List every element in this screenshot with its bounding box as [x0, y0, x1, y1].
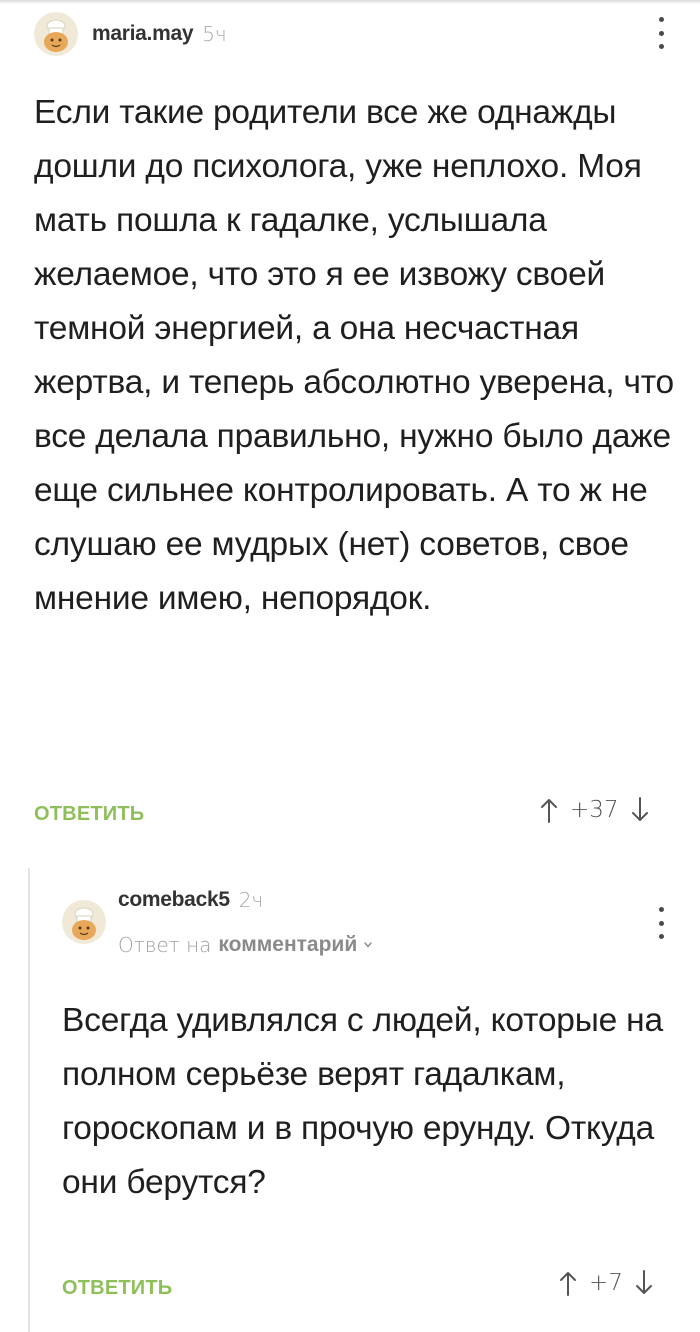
vote-controls: +7 [559, 1270, 653, 1296]
more-vertical-icon[interactable] [654, 907, 668, 939]
reply-button[interactable]: ОТВЕТИТЬ [34, 803, 144, 826]
arrow-up-icon[interactable] [559, 1270, 577, 1296]
comment-text: Если такие родители все же однажды дошли… [34, 94, 674, 617]
vote-controls: +37 [540, 797, 649, 823]
comment-header [62, 900, 106, 944]
reply-button[interactable]: ОТВЕТИТЬ [62, 1277, 172, 1300]
arrow-up-icon[interactable] [540, 797, 558, 823]
reply-target-link[interactable]: комментарий [218, 933, 357, 957]
comment-text: Всегда удивлялся с людей, которые на пол… [62, 1002, 663, 1201]
comment-header: maria.may 5ч [34, 12, 227, 56]
comment-author[interactable]: maria.may [92, 22, 194, 46]
chef-avatar-icon[interactable] [34, 12, 78, 56]
comment-author[interactable]: comeback5 [118, 888, 230, 912]
comment-rating: +37 [570, 797, 619, 823]
reply-prefix: Ответ на [118, 933, 212, 957]
comment-rating: +7 [589, 1270, 623, 1296]
reply-author-line: comeback5 2ч [118, 888, 263, 912]
comment-time: 5ч [202, 22, 227, 46]
arrow-down-icon[interactable] [635, 1270, 653, 1296]
comment-time: 2ч [238, 888, 264, 912]
chef-avatar-icon[interactable] [62, 900, 106, 944]
arrow-down-icon[interactable] [631, 797, 649, 823]
reply-to-line: Ответ на комментарий [118, 933, 373, 957]
thread-line [28, 868, 30, 1332]
comments-page: maria.may 5ч Если такие родители все же … [0, 0, 700, 1332]
more-vertical-icon[interactable] [654, 17, 668, 49]
chevron-down-icon[interactable] [363, 940, 373, 950]
top-shadow [0, 0, 700, 4]
